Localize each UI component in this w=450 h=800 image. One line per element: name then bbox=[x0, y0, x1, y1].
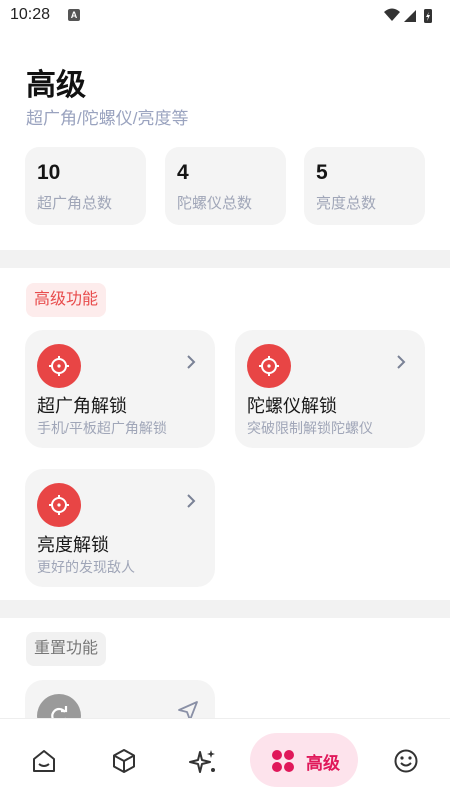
home-icon bbox=[33, 750, 55, 772]
feature-subtitle: 突破限制解锁陀螺仪 bbox=[247, 420, 373, 436]
section-label-advanced: 高级功能 bbox=[26, 283, 107, 317]
chevron-right-icon bbox=[187, 355, 196, 369]
status-bar: 10:28 A bbox=[0, 0, 450, 32]
sparkle-icon bbox=[189, 750, 215, 773]
section-label-reset: 重置功能 bbox=[26, 632, 107, 666]
status-time: 10:28 bbox=[10, 6, 51, 23]
nav-active-label: 高级 bbox=[306, 754, 340, 773]
feature-title: 陀螺仪解锁 bbox=[247, 396, 337, 416]
bottom-nav: 高级 bbox=[0, 718, 450, 800]
stat-card-wide-angle: 10 超广角总数 bbox=[25, 147, 146, 225]
smile-icon bbox=[394, 749, 418, 773]
cube-icon bbox=[113, 749, 135, 773]
feature-card-wide-angle[interactable]: 超广角解锁 手机/平板超广角解锁 bbox=[25, 330, 215, 448]
crosshair-icon bbox=[37, 344, 81, 388]
feature-subtitle: 手机/平板超广角解锁 bbox=[37, 420, 167, 436]
section-divider bbox=[0, 600, 450, 618]
nav-sparkle[interactable] bbox=[188, 719, 220, 800]
page-title: 高级 bbox=[26, 69, 86, 102]
stat-card-gyroscope: 4 陀螺仪总数 bbox=[165, 147, 286, 225]
page-subtitle: 超广角/陀螺仪/亮度等 bbox=[26, 109, 189, 128]
feature-card-gyroscope[interactable]: 陀螺仪解锁 突破限制解锁陀螺仪 bbox=[235, 330, 425, 448]
stat-label: 陀螺仪总数 bbox=[177, 195, 253, 212]
chevron-right-icon bbox=[187, 494, 196, 508]
feature-title: 超广角解锁 bbox=[37, 396, 127, 416]
nav-home[interactable] bbox=[30, 719, 62, 800]
feature-title: 亮度解锁 bbox=[37, 535, 109, 555]
grid-icon bbox=[272, 750, 294, 772]
section-divider bbox=[0, 250, 450, 268]
status-icons bbox=[384, 8, 432, 23]
stat-card-brightness: 5 亮度总数 bbox=[304, 147, 425, 225]
crosshair-icon bbox=[37, 483, 81, 527]
notification-icon: A bbox=[68, 9, 80, 21]
feature-subtitle: 更好的发现敌人 bbox=[37, 559, 135, 575]
nav-smile[interactable] bbox=[392, 719, 424, 800]
signal-icon bbox=[404, 10, 416, 22]
wifi-icon bbox=[384, 8, 400, 21]
feature-card-brightness[interactable]: 亮度解锁 更好的发现敌人 bbox=[25, 469, 215, 587]
stat-value: 4 bbox=[177, 161, 189, 184]
chevron-right-icon bbox=[397, 355, 406, 369]
nav-cube[interactable] bbox=[110, 719, 142, 800]
crosshair-icon bbox=[247, 344, 291, 388]
nav-advanced-active[interactable]: 高级 bbox=[250, 733, 358, 787]
stat-value: 10 bbox=[37, 161, 61, 184]
stat-label: 亮度总数 bbox=[316, 195, 377, 212]
stat-value: 5 bbox=[316, 161, 328, 184]
stat-label: 超广角总数 bbox=[37, 195, 113, 212]
